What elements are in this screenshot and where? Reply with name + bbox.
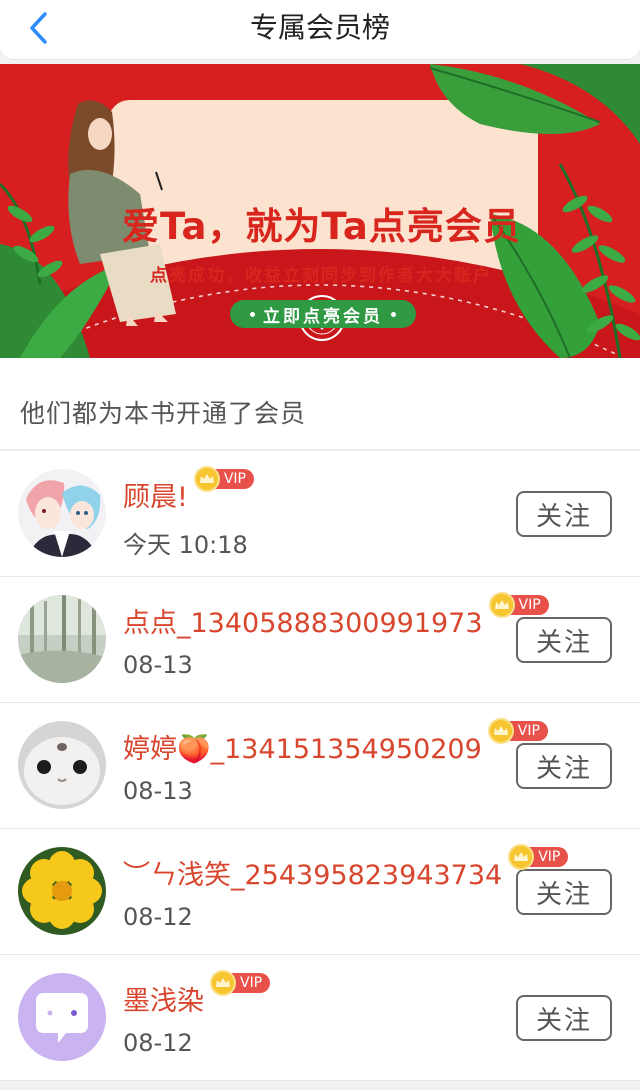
member-name-text: 墨浅染 <box>123 986 204 1017</box>
banner-title: 爱Ta，就为Ta点亮会员 <box>122 205 521 248</box>
member-row[interactable]: 墨浅染 VIP 08-12 关注 <box>0 955 640 1081</box>
vip-badge: VIP <box>487 718 548 744</box>
page-title: 专属会员榜 <box>249 11 390 44</box>
top-bar: 专属会员榜 <box>0 0 640 60</box>
avatar[interactable] <box>18 721 106 809</box>
chat-bubble-avatar-icon <box>18 973 106 1061</box>
cat-photo-avatar-icon <box>18 721 106 809</box>
member-name-text: 顾晨! <box>123 482 188 513</box>
member-row[interactable]: 点点_13405888300991973 VIP 08-13 关注 <box>0 577 640 703</box>
member-list: 顾晨! VIP 今天 10:18 关注 点点_13405888300991973… <box>0 451 640 1081</box>
page: 专属会员榜 爱Ta，就为Ta点亮会员 点亮成功，收益立刻同步到作者大大账户 立即… <box>0 0 640 1090</box>
member-row[interactable]: 顾晨! VIP 今天 10:18 关注 <box>0 451 640 577</box>
avatar[interactable] <box>18 469 106 557</box>
avatar[interactable] <box>18 973 106 1061</box>
crown-icon <box>487 718 514 744</box>
vip-badge: VIP <box>508 844 569 870</box>
member-name[interactable]: 顾晨! VIP <box>123 466 254 514</box>
light-up-membership-button[interactable]: 立即点亮会员 <box>230 300 416 328</box>
member-name-text: ︶ㄣ浅笑_254395823943734 <box>123 860 503 891</box>
membership-banner[interactable]: 爱Ta，就为Ta点亮会员 点亮成功，收益立刻同步到作者大大账户 立即点亮会员 <box>0 64 640 358</box>
dot-left-icon <box>250 311 255 317</box>
avatar[interactable] <box>18 595 106 683</box>
yellow-flower-avatar-icon <box>18 847 106 935</box>
open-time: 08-12 <box>123 1029 193 1057</box>
banner-subtitle: 点亮成功，收益立刻同步到作者大大账户 <box>150 266 492 286</box>
open-time: 08-13 <box>123 777 193 805</box>
cta-label: 立即点亮会员 <box>263 306 383 327</box>
member-row[interactable]: 婷婷🍑_134151354950209 VIP 08-13 关注 <box>0 703 640 829</box>
crown-icon <box>210 970 236 996</box>
open-time: 08-13 <box>123 651 193 679</box>
member-name[interactable]: 墨浅染 VIP <box>123 970 271 1018</box>
member-name-text: 婷婷🍑_134151354950209 <box>123 734 482 765</box>
member-name[interactable]: 婷婷🍑_134151354950209 VIP <box>123 718 548 766</box>
forest-photo-avatar-icon <box>18 595 106 683</box>
member-name[interactable]: 点点_13405888300991973 VIP <box>123 592 549 640</box>
avatar[interactable] <box>18 847 106 935</box>
follow-button[interactable]: 关注 <box>516 995 612 1041</box>
follow-button[interactable]: 关注 <box>516 491 612 537</box>
anime-couple-avatar-icon <box>18 469 106 557</box>
crown-icon <box>193 466 220 492</box>
vip-badge: VIP <box>488 592 549 618</box>
open-time: 08-12 <box>123 903 193 931</box>
vip-badge: VIP <box>210 970 271 996</box>
dot-right-icon <box>391 311 396 317</box>
members-section-header: 他们都为本书开通了会员 <box>0 358 640 450</box>
follow-button[interactable]: 关注 <box>516 617 612 663</box>
member-name[interactable]: ︶ㄣ浅笑_254395823943734 VIP <box>123 844 569 892</box>
follow-button[interactable]: 关注 <box>516 743 612 789</box>
section-title: 他们都为本书开通了会员 <box>20 399 307 428</box>
crown-icon <box>508 844 535 870</box>
member-row[interactable]: ︶ㄣ浅笑_254395823943734 VIP 08-12 关注 <box>0 829 640 955</box>
member-name-text: 点点_13405888300991973 <box>123 608 483 639</box>
vip-badge: VIP <box>193 466 254 492</box>
crown-icon <box>488 592 515 618</box>
follow-button[interactable]: 关注 <box>516 869 612 915</box>
open-time: 今天 10:18 <box>123 531 248 559</box>
